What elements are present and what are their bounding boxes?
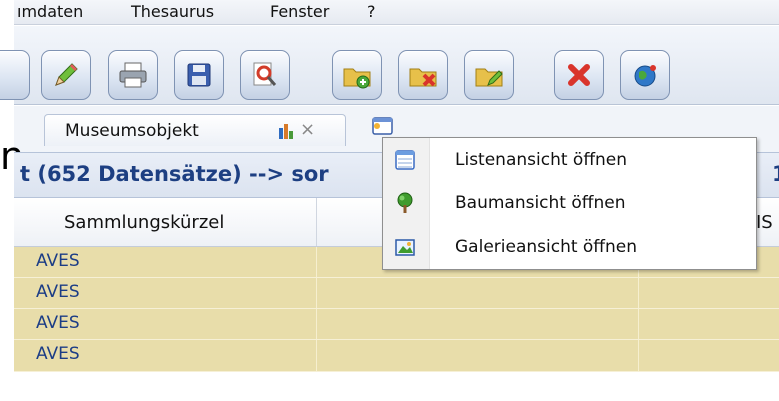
cell-divider <box>316 278 317 308</box>
menu-item-label: Listenansicht öffnen <box>455 150 628 170</box>
new-view-tab-icon[interactable] <box>370 114 396 138</box>
menu-item-gallery-view[interactable]: Galerieansicht öffnen <box>383 228 756 266</box>
cell-divider <box>638 309 639 339</box>
menu-item-label: Baumansicht öffnen <box>455 193 626 213</box>
folder-edit-icon <box>475 68 503 87</box>
save-disk-icon <box>187 63 211 87</box>
cell-divider <box>316 340 317 371</box>
toolbar-partial-button[interactable] <box>0 50 30 100</box>
menu-item-tree-view[interactable]: Baumansicht öffnen <box>383 184 756 222</box>
globe-icon <box>634 65 656 87</box>
chart-tab-icon <box>279 124 293 139</box>
menu-help[interactable]: ? <box>367 2 376 21</box>
folder-delete-button[interactable] <box>398 50 448 100</box>
search-magnifier-icon <box>253 62 277 86</box>
tree-view-icon <box>397 192 413 213</box>
menu-bar: ımdaten Thesaurus Fenster ? <box>14 0 779 25</box>
cell-divider <box>638 340 639 371</box>
menu-thesaurus[interactable]: Thesaurus <box>131 2 214 21</box>
cell-divider <box>316 247 317 277</box>
view-popup-menu: Listenansicht öffnen Baumansicht öffnen … <box>382 137 757 270</box>
print-button[interactable] <box>108 50 158 100</box>
search-button[interactable] <box>240 50 290 100</box>
cell-divider <box>316 309 317 339</box>
table-cell: AVES <box>36 282 80 302</box>
edit-button[interactable] <box>41 50 91 100</box>
page-indicator-fragment: 1/ <box>772 162 779 186</box>
menu-fenster[interactable]: Fenster <box>270 2 329 21</box>
close-red-x-icon <box>568 64 590 86</box>
folder-edit-button[interactable] <box>464 50 514 100</box>
table-cell: AVES <box>36 313 80 333</box>
tab-museumsobjekt[interactable]: Museumsobjekt × <box>44 114 346 146</box>
menu-stammdaten[interactable]: ımdaten <box>17 2 83 21</box>
column-header-sammlungskuerzel[interactable]: Sammlungskürzel <box>64 212 224 233</box>
record-count-text: t (652 Datensätze) --> sor <box>20 162 329 186</box>
menu-item-list-view[interactable]: Listenansicht öffnen <box>383 141 756 179</box>
tab-label: Museumsobjekt <box>65 121 199 141</box>
tab-close-icon[interactable]: × <box>300 119 315 140</box>
table-row[interactable]: AVES <box>14 309 779 340</box>
list-view-icon <box>395 150 415 170</box>
edit-pencil-icon <box>55 63 78 86</box>
globe-button[interactable] <box>620 50 670 100</box>
cell-divider <box>638 278 639 308</box>
table-cell: AVES <box>36 344 80 364</box>
table-row[interactable]: AVES <box>14 278 779 309</box>
folder-add-button[interactable] <box>332 50 382 100</box>
folder-add-icon <box>343 68 371 89</box>
save-button[interactable] <box>174 50 224 100</box>
column-header-partial[interactable]: IS <box>756 212 773 233</box>
table-cell: AVES <box>36 251 80 271</box>
table-row[interactable]: AVES <box>14 340 779 372</box>
printer-icon <box>119 62 147 88</box>
close-button[interactable] <box>554 50 604 100</box>
folder-delete-icon <box>409 68 437 87</box>
menu-item-label: Galerieansicht öffnen <box>455 237 638 257</box>
gallery-view-icon <box>395 239 415 256</box>
column-divider[interactable] <box>316 198 317 246</box>
